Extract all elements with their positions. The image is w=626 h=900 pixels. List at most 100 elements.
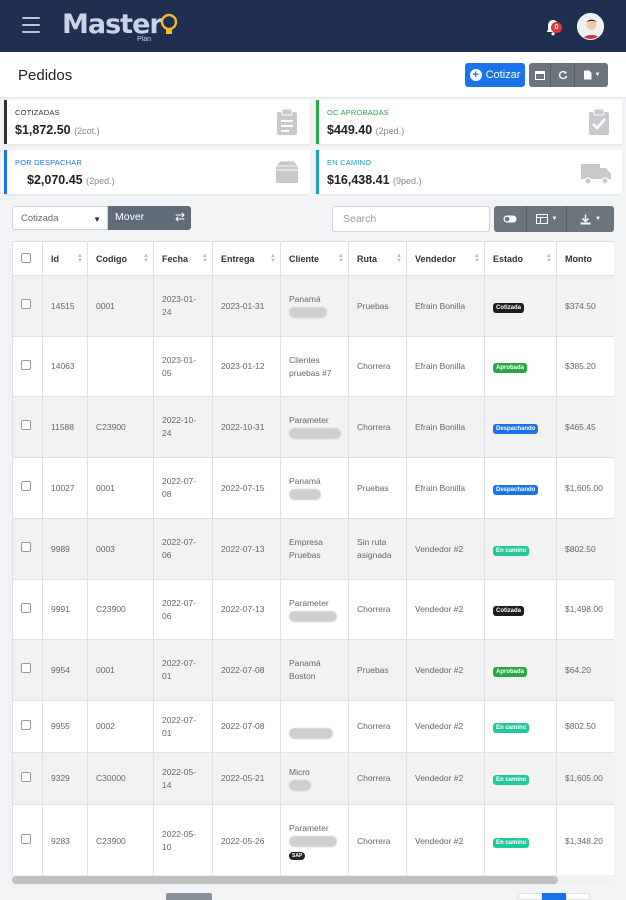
cell-cliente: Panamá <box>280 275 349 337</box>
chevron-down-icon: ▼ <box>551 216 558 222</box>
table-row[interactable]: 10027 0001 2022-07-08 2022-07-15 Panamá Prueb… <box>12 457 614 519</box>
horizontal-scrollbar[interactable] <box>12 875 614 885</box>
table-row[interactable]: 9283 C23900 2022-05-10 2022-05-26 Parameter S… <box>12 804 614 875</box>
cell-monto: $64.20 <box>556 639 614 701</box>
cell-cliente: Parameter <box>280 396 349 458</box>
status-badge: Cotizada <box>493 606 525 616</box>
card-value: $2,070.45 (2ped.) <box>27 173 115 187</box>
row-checkbox[interactable] <box>21 542 31 552</box>
clipboard-icon <box>277 108 297 135</box>
user-avatar[interactable] <box>577 13 604 40</box>
row-checkbox[interactable] <box>21 299 31 309</box>
row-checkbox[interactable] <box>21 481 31 491</box>
cell-fecha: 2022-07-06 <box>153 579 213 640</box>
column-header-monto[interactable]: Monto▲▼ <box>556 241 614 276</box>
row-select-cell <box>12 518 43 580</box>
card-label: EN CAMINO <box>327 158 372 167</box>
box-icon <box>275 160 299 183</box>
column-header-ruta[interactable]: Ruta ▲ ▼ <box>348 241 407 276</box>
table-row[interactable]: 9989 0003 2022-07-06 2022-07-13 Empresa Prue… <box>12 518 614 580</box>
estado-select[interactable]: Cotizada ▼ <box>12 206 108 230</box>
table-row[interactable]: 9955 0002 2022-07-01 2022-07-08 Chorrera Vend… <box>12 700 614 753</box>
cell-codigo: 0003 <box>87 518 154 580</box>
column-header-fecha[interactable]: Fecha ▲ ▼ <box>153 241 213 276</box>
search-input[interactable]: Search <box>332 206 490 232</box>
chevron-down-icon: ▼ <box>93 215 101 224</box>
refresh-button[interactable] <box>551 63 575 87</box>
table-row[interactable]: 11588 C23900 2022-10-24 2022-10-31 Parameter… <box>12 396 614 458</box>
table-row[interactable]: 14515 0001 2023-01-24 2023-01-31 Panamá Prueb… <box>12 275 614 337</box>
row-checkbox[interactable] <box>21 834 31 844</box>
hamburger-menu-icon[interactable] <box>22 17 40 33</box>
card-oc-aprobadas[interactable]: OC APROBADAS $449.40 (2ped.) <box>316 100 622 144</box>
cell-entrega: 2023-01-31 <box>212 275 281 337</box>
status-badge: En camino <box>493 837 530 848</box>
row-select-cell <box>12 396 43 458</box>
cell-id: 9954 <box>42 639 88 701</box>
cell-estado: En camino <box>484 700 557 753</box>
cell-codigo: 0002 <box>87 700 154 753</box>
column-header-codigo[interactable]: Codigo ▲ ▼ <box>87 241 154 276</box>
cell-vendedor: Efrain Bonilla <box>406 457 485 519</box>
sort-icon: ▲ ▼ <box>474 253 480 264</box>
cell-monto: $1,605.00 <box>556 752 614 805</box>
row-checkbox[interactable] <box>21 420 31 430</box>
column-header-vendedor[interactable]: Vendedor ▲ ▼ <box>406 241 485 276</box>
cell-vendedor: Vendedor #2 <box>406 700 485 753</box>
scrollbar-thumb[interactable] <box>12 876 558 884</box>
column-header-cliente[interactable]: Cliente ▲ ▼ <box>280 241 349 276</box>
cotizar-button[interactable]: + Cotizar <box>465 63 525 87</box>
table-row[interactable]: 9991 C23900 2022-07-06 2022-07-13 Parameter C… <box>12 579 614 640</box>
cell-vendedor: Vendedor #2 <box>406 804 485 875</box>
page-size-button[interactable] <box>166 893 212 900</box>
sort-icon: ▲ ▼ <box>77 253 83 264</box>
chevron-down-icon: ▼ <box>594 72 601 78</box>
cell-fecha: 2023-01-24 <box>153 275 213 337</box>
toggle-button[interactable] <box>494 206 527 232</box>
cell-estado: Despachando <box>484 396 557 458</box>
table-row[interactable]: 14063 2023-01-05 2023-01-12 Clientes prueba… <box>12 336 614 397</box>
search-placeholder: Search <box>343 213 377 225</box>
column-header-id[interactable]: Id ▲ ▼ <box>42 241 88 276</box>
cell-id: 14515 <box>42 275 88 337</box>
pagination-page-1[interactable] <box>542 893 566 900</box>
row-checkbox[interactable] <box>21 663 31 673</box>
cliente-text: Panamá <box>289 294 321 304</box>
card-value: $449.40 (2ped.) <box>327 123 405 137</box>
column-header-estado[interactable]: Estado ▲ ▼ <box>484 241 557 276</box>
column-header-entrega[interactable]: Entrega ▲ ▼ <box>212 241 281 276</box>
cell-id: 9329 <box>42 752 88 805</box>
calendar-button[interactable] <box>529 63 551 87</box>
redacted-text <box>289 779 311 791</box>
row-checkbox[interactable] <box>21 771 31 782</box>
cell-fecha: 2022-07-01 <box>153 700 213 753</box>
card-en-camino[interactable]: EN CAMINO $16,438.41 (9ped.) <box>316 150 622 194</box>
cell-monto: $802.50 <box>556 518 614 580</box>
page-title: Pedidos <box>18 67 73 84</box>
export-dropdown-button[interactable]: ▼ <box>567 206 614 232</box>
cell-ruta: Pruebas <box>348 457 407 519</box>
cell-vendedor: Efrain Bonilla <box>406 336 485 397</box>
table-row[interactable]: 9329 C30000 2022-05-14 2022-05-21 Micro Chorr… <box>12 752 614 805</box>
row-select-cell <box>12 804 43 875</box>
sort-icon: ▲ ▼ <box>396 253 402 264</box>
row-checkbox[interactable] <box>21 359 31 370</box>
mover-button[interactable]: Mover ⇄ <box>108 206 191 230</box>
card-cotizadas[interactable]: COTIZADAS $1,872.50 (2cot.) <box>4 100 310 144</box>
select-all-checkbox[interactable] <box>21 252 31 263</box>
columns-dropdown-button[interactable]: ▼ <box>527 206 567 232</box>
redacted-text <box>289 428 341 440</box>
cell-estado: En camino <box>484 752 557 805</box>
row-checkbox[interactable] <box>21 719 31 730</box>
cell-fecha: 2023-01-05 <box>153 336 213 397</box>
row-checkbox[interactable] <box>21 602 31 613</box>
table-row[interactable]: 9954 0001 2022-07-01 2022-07-08 Panamá Bosto… <box>12 639 614 701</box>
document-dropdown-button[interactable]: ▼ <box>575 63 608 87</box>
cell-ruta: Chorrera <box>348 804 407 875</box>
pagination-prev[interactable] <box>518 893 542 900</box>
pagination-next[interactable] <box>566 893 590 900</box>
row-select-cell <box>12 336 43 397</box>
card-por-despachar[interactable]: POR DESPACHAR $2,070.45 (2ped.) <box>4 150 310 194</box>
orders-table-container: Id ▲ ▼ Codigo ▲ ▼ Fecha ▲ ▼ Entrega ▲ ▼ Cliente ▲… <box>12 241 614 875</box>
row-select-cell <box>12 457 43 519</box>
